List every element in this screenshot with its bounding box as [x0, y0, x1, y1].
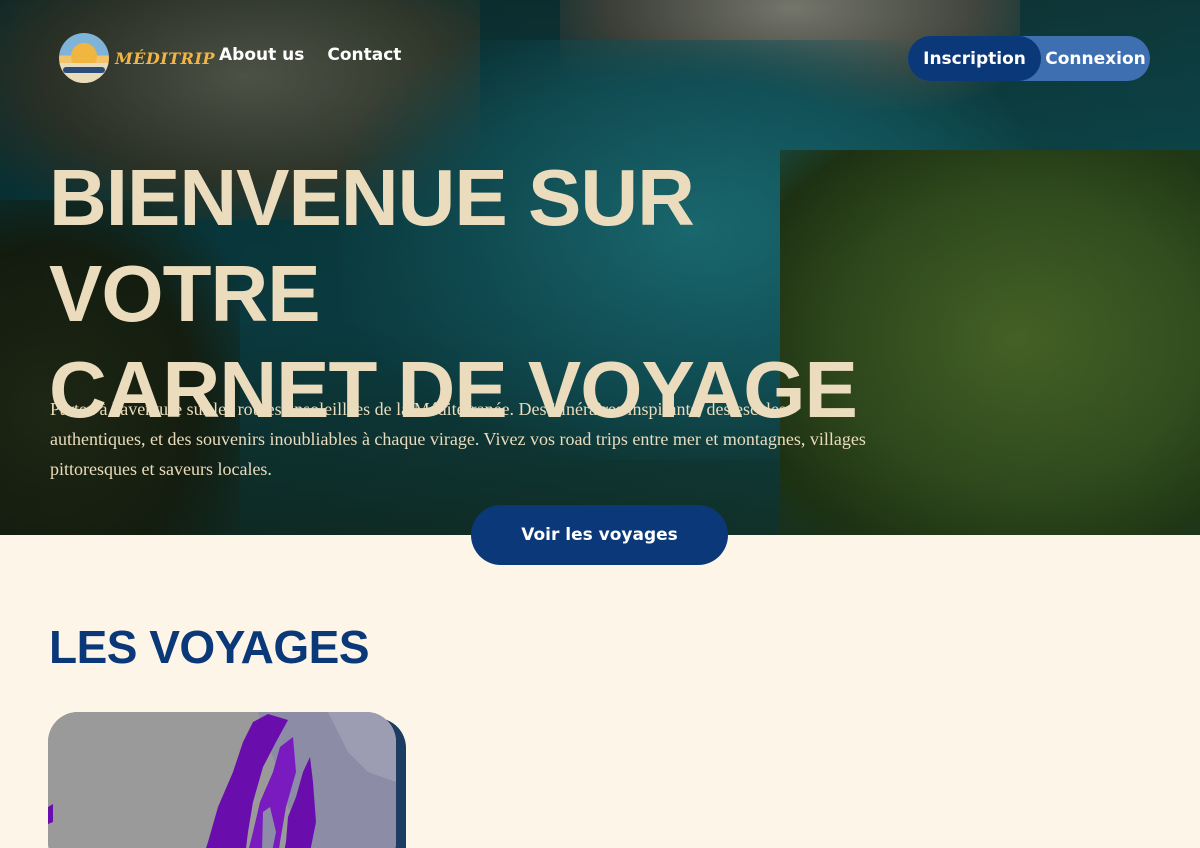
hero-subtitle: Partez à l'aventure sur les routes ensol… — [50, 399, 866, 479]
signup-button[interactable]: Inscription — [908, 36, 1041, 81]
brand-logo[interactable]: MÉDITRIP — [59, 33, 215, 83]
view-trips-button[interactable]: Voir les voyages — [471, 505, 728, 565]
main-nav: About us Contact — [219, 45, 401, 65]
auth-toggle: Inscription Connexion — [908, 36, 1150, 81]
scandinavia-map-image — [48, 712, 396, 848]
sun-over-sea-logo-icon — [59, 33, 109, 83]
trips-heading: LES VOYAGES — [49, 621, 370, 673]
hero-title-line-1: BIENVENUE SUR VOTRE — [49, 153, 695, 338]
login-button[interactable]: Connexion — [1041, 36, 1150, 81]
brand-name: MÉDITRIP — [115, 48, 215, 68]
nav-link-contact[interactable]: Contact — [327, 45, 401, 65]
trip-card-map — [48, 712, 396, 848]
trip-card[interactable] — [48, 712, 406, 848]
nav-link-about[interactable]: About us — [219, 45, 304, 65]
